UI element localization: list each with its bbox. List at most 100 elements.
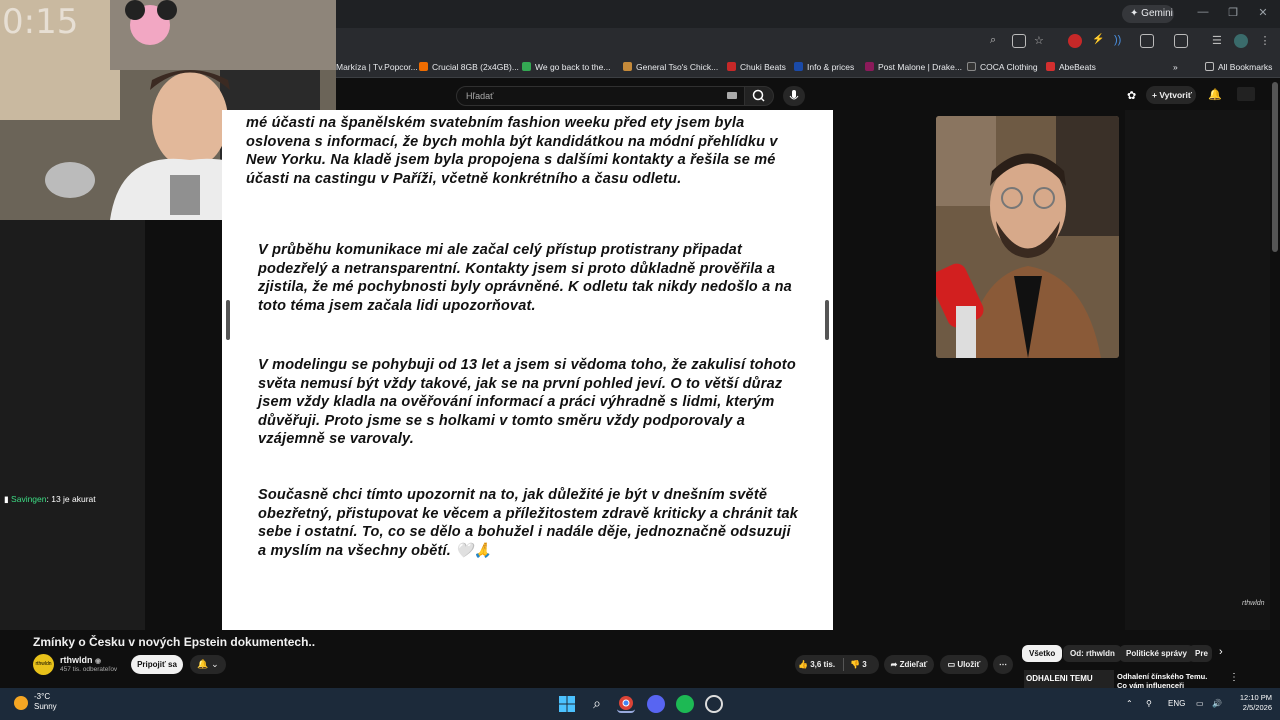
more-actions-button[interactable]: ⋯ bbox=[993, 655, 1013, 674]
bookmark-label: COCA Clothing bbox=[980, 62, 1038, 72]
avatar[interactable] bbox=[1237, 87, 1255, 101]
bookmark-label: Markíza | Tv.Popcor... bbox=[336, 62, 418, 72]
doc-paragraph: mé účasti na španělském svatebním fashio… bbox=[246, 115, 778, 187]
star-icon[interactable]: ☆ bbox=[1034, 34, 1048, 48]
gem-icon[interactable]: ✿ bbox=[1127, 89, 1139, 102]
share-icon: ➦ bbox=[890, 660, 900, 669]
extension-icon[interactable]: ⚡ bbox=[1092, 34, 1106, 48]
scroll-handle-left[interactable] bbox=[226, 300, 230, 340]
chat-badge-icon: ▮ bbox=[4, 494, 12, 504]
extension-icon[interactable] bbox=[1068, 34, 1082, 48]
language-indicator[interactable]: ENG bbox=[1168, 699, 1185, 708]
microphone-icon bbox=[789, 90, 799, 100]
channel-name[interactable]: rthwldn ◉ bbox=[60, 655, 101, 665]
clock[interactable]: 12:10 PM 2/5/2026 bbox=[1232, 693, 1272, 713]
profile-avatar[interactable] bbox=[1234, 34, 1248, 48]
sidepanel-icon[interactable] bbox=[1174, 34, 1188, 48]
all-bookmarks[interactable]: All Bookmarks bbox=[1205, 60, 1272, 74]
join-button[interactable]: Pripojiť sa bbox=[131, 655, 183, 674]
keyboard-icon[interactable] bbox=[727, 92, 737, 99]
doc-paragraph: Současně chci tímto upozornit na to, jak… bbox=[258, 487, 799, 559]
bookmark-item[interactable]: AbeBeats bbox=[1046, 60, 1096, 74]
sun-icon bbox=[14, 696, 28, 710]
bookmark-item[interactable]: Post Malone | Drake... bbox=[865, 60, 962, 74]
chip-more[interactable]: Pre bbox=[1188, 645, 1212, 662]
chevron-right-icon[interactable]: › bbox=[1219, 646, 1223, 658]
save-button[interactable]: ▭ Uložiť bbox=[940, 655, 988, 674]
like-count: 3,6 tis. bbox=[810, 660, 836, 669]
thumbnail-text: ODHALENI TEMU bbox=[1026, 674, 1093, 683]
extension-icon[interactable]: )) bbox=[1114, 34, 1128, 48]
bookmark-label: Info & prices bbox=[807, 62, 855, 72]
cast-icon[interactable] bbox=[1012, 34, 1026, 48]
bookmark-label: General Tso's Chick... bbox=[636, 62, 719, 72]
puzzle-icon[interactable] bbox=[1140, 34, 1154, 48]
bookmark-favicon-icon bbox=[1046, 62, 1055, 71]
recommendation-thumbnail[interactable]: ODHALENI TEMU bbox=[1024, 670, 1114, 688]
maximize-icon[interactable]: ❐ bbox=[1226, 6, 1240, 20]
video-document-frame[interactable]: mé účasti na španělském svatebním fashio… bbox=[222, 110, 833, 630]
close-icon[interactable]: ✕ bbox=[1256, 6, 1270, 20]
search-placeholder: Hľadať bbox=[466, 91, 494, 101]
create-button[interactable]: + Vytvoriť bbox=[1146, 86, 1196, 104]
bookmark-favicon-icon bbox=[623, 62, 632, 71]
bookmark-item[interactable]: Info & prices bbox=[794, 60, 854, 74]
chip-from-channel[interactable]: Od: rthwldn bbox=[1063, 645, 1122, 662]
bookmark-item[interactable]: Chuki Beats bbox=[727, 60, 786, 74]
bookmark-item[interactable]: Markíza | Tv.Popcor... bbox=[336, 60, 418, 74]
bookmark-item[interactable]: General Tso's Chick... bbox=[623, 60, 718, 74]
minimize-icon[interactable]: — bbox=[1196, 6, 1210, 20]
voice-search-button[interactable] bbox=[783, 86, 805, 106]
zoom-icon[interactable]: ⌕ bbox=[990, 34, 1004, 48]
more-menu-icon[interactable]: ⋮ bbox=[1258, 34, 1272, 48]
bookmark-label: AbeBeats bbox=[1059, 62, 1096, 72]
share-button[interactable]: ➦ Zdieľať bbox=[884, 655, 934, 674]
discord-icon[interactable] bbox=[647, 695, 665, 713]
stream-timer: 0:15 bbox=[2, 2, 79, 42]
chevron-down-icon: ⌄ bbox=[211, 659, 219, 669]
bookmark-favicon-icon bbox=[419, 62, 428, 71]
doc-paragraph: V průběhu komunikace mi ale začal celý p… bbox=[258, 242, 792, 314]
reading-list-icon[interactable]: ☰ bbox=[1212, 34, 1226, 48]
chat-username: Savingen bbox=[11, 494, 47, 504]
chip-political-news[interactable]: Politické správy bbox=[1119, 645, 1194, 662]
chip-label: Všetko bbox=[1029, 649, 1056, 658]
windows-start-icon[interactable] bbox=[558, 695, 576, 713]
location-icon[interactable]: ⚲ bbox=[1146, 699, 1152, 708]
thumbs-up-icon: 👍 bbox=[798, 660, 808, 669]
chip-label: Politické správy bbox=[1126, 649, 1187, 658]
search-input[interactable]: Hľadať bbox=[456, 86, 746, 106]
like-button[interactable]: 👍 3,6 tis. bbox=[798, 655, 835, 674]
bookmark-item[interactable]: COCA Clothing bbox=[967, 60, 1038, 74]
weather-widget[interactable]: -3°C Sunny bbox=[34, 692, 57, 712]
create-label: Vytvoriť bbox=[1159, 90, 1192, 100]
display-icon[interactable]: ▭ bbox=[1196, 699, 1204, 708]
chip-all[interactable]: Všetko bbox=[1022, 645, 1063, 662]
chrome-icon[interactable] bbox=[617, 695, 635, 713]
chip-label: Pre bbox=[1195, 649, 1208, 658]
bookmark-favicon-icon bbox=[727, 62, 736, 71]
volume-icon[interactable]: 🔊 bbox=[1212, 699, 1222, 708]
sparkle-icon: ✦ bbox=[1130, 8, 1142, 19]
channel-avatar[interactable]: rthwldn bbox=[33, 654, 54, 675]
all-bookmarks-label: All Bookmarks bbox=[1218, 62, 1273, 72]
chevron-up-icon[interactable]: ⌃ bbox=[1126, 699, 1133, 708]
taskbar-search-icon[interactable]: ⌕ bbox=[588, 695, 606, 713]
scroll-handle-right[interactable] bbox=[825, 300, 829, 340]
bookmark-item[interactable]: Crucial 8GB (2x4GB)... bbox=[419, 60, 519, 74]
notification-button[interactable]: 🔔 ⌄ bbox=[190, 655, 226, 674]
dislike-count: 3 bbox=[862, 660, 867, 669]
search-button[interactable] bbox=[744, 86, 774, 106]
channel-name-text: rthwldn bbox=[60, 655, 93, 665]
page-scrollbar[interactable] bbox=[1272, 82, 1278, 252]
dislike-button[interactable]: 👎 3 bbox=[850, 655, 867, 674]
doc-paragraph: V modelingu se pohybuji od 13 let a jsem… bbox=[258, 357, 796, 447]
channel-avatar-text: rthwldn bbox=[35, 661, 52, 667]
gemini-button[interactable]: ✦ Gemini bbox=[1122, 5, 1174, 23]
spotify-icon[interactable] bbox=[676, 695, 694, 713]
app-icon[interactable] bbox=[705, 695, 723, 713]
bell-icon[interactable]: 🔔 bbox=[1208, 88, 1222, 102]
bookmarks-overflow-icon[interactable]: » bbox=[1173, 60, 1178, 74]
more-vert-icon[interactable]: ⋮ bbox=[1229, 672, 1239, 683]
bookmark-item[interactable]: We go back to the... bbox=[522, 60, 610, 74]
